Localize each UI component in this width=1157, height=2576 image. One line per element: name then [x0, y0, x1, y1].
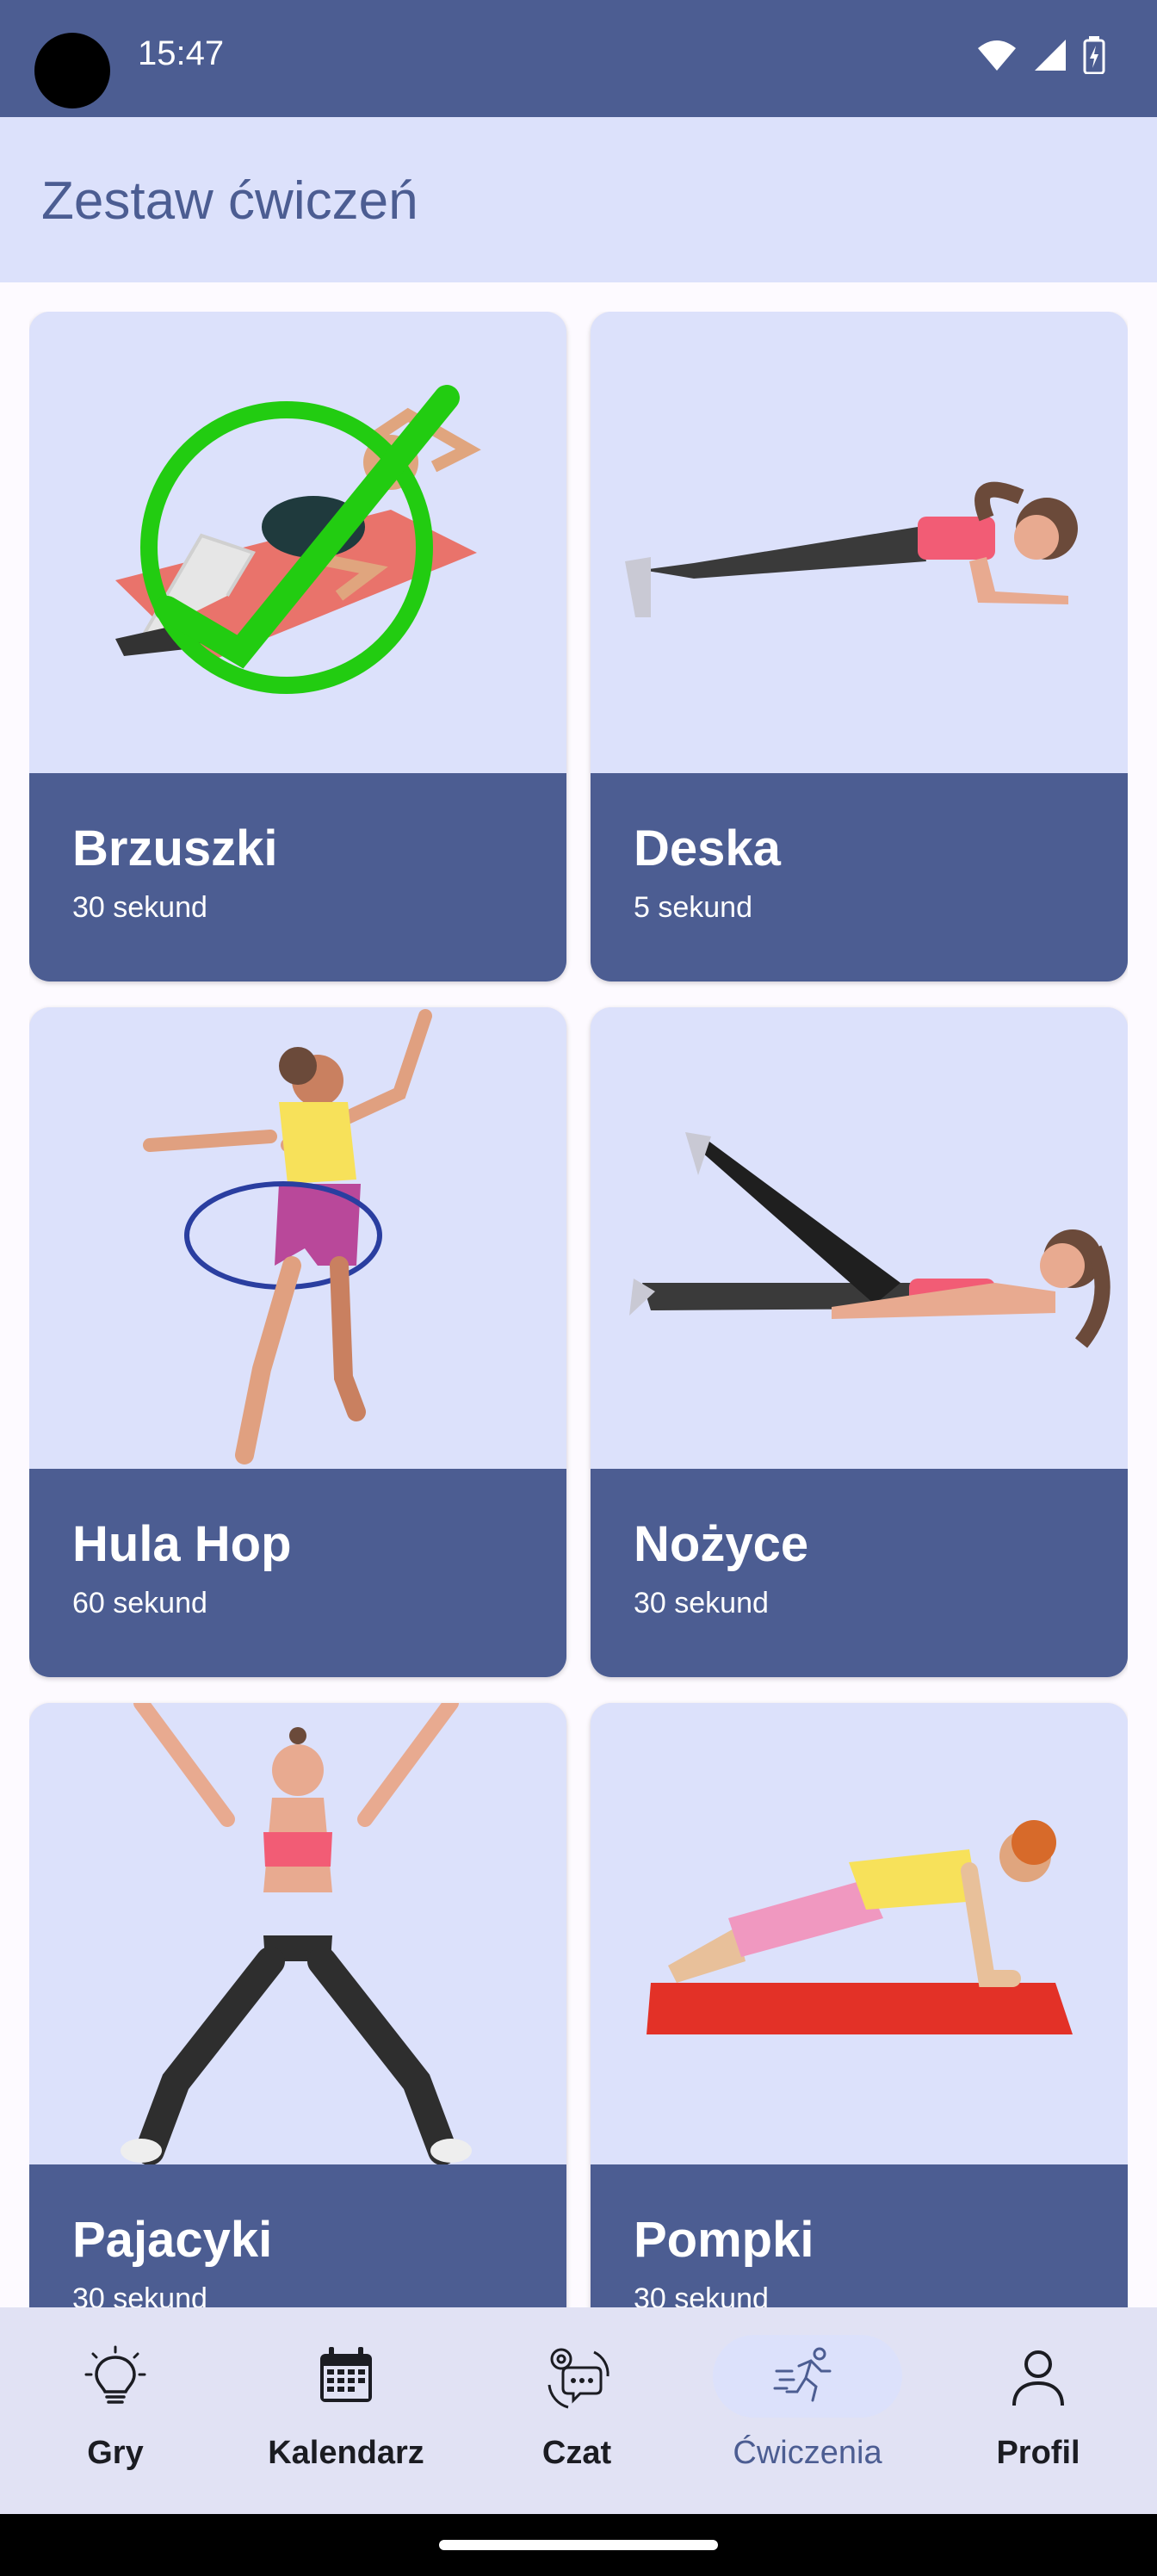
exercise-name: Pajacyki — [72, 2212, 273, 2268]
exercise-name: Hula Hop — [72, 1516, 292, 1572]
exercise-info: Nożyce 30 sekund — [591, 1469, 1128, 1677]
nav-label: Kalendarz — [268, 2435, 424, 2471]
system-gesture-bar — [0, 2514, 1157, 2576]
exercise-info: Pajacyki 30 sekund — [29, 2164, 566, 2307]
exercise-card-hula-hop[interactable]: Hula Hop 60 sekund — [29, 1007, 566, 1677]
exercise-card-nozyce[interactable]: Nożyce 30 sekund — [591, 1007, 1128, 1677]
exercise-duration: 5 sekund — [634, 891, 752, 924]
jumping-jacks-illustration — [121, 1703, 472, 2165]
exercise-info: Hula Hop 60 sekund — [29, 1469, 566, 1677]
exercise-duration: 30 sekund — [72, 2282, 207, 2307]
nav-item-profil[interactable]: Profil — [923, 2307, 1154, 2514]
nav-item-cwiczenia[interactable]: Ćwiczenia — [692, 2307, 923, 2514]
exercise-duration: 30 sekund — [72, 891, 207, 924]
lightbulb-icon — [84, 2345, 146, 2404]
exercise-card-deska[interactable]: Deska 5 sekund — [591, 312, 1128, 981]
exercise-name: Deska — [634, 820, 781, 876]
exercise-illustration — [29, 312, 566, 773]
exercise-card-pajacyki[interactable]: Pajacyki 30 sekund — [29, 1703, 566, 2307]
scissors-illustration — [629, 1132, 1111, 1348]
nav-item-kalendarz[interactable]: Kalendarz — [231, 2307, 461, 2514]
calendar-icon — [320, 2347, 372, 2402]
exercise-duration: 30 sekund — [634, 2282, 769, 2307]
exercise-illustration — [591, 312, 1128, 773]
exercise-duration: 30 sekund — [634, 1587, 769, 1619]
situps-illustration — [115, 385, 481, 694]
exercise-info: Deska 5 sekund — [591, 773, 1128, 981]
exercise-card-brzuszki[interactable]: Brzuszki 30 sekund — [29, 312, 566, 981]
status-time: 15:47 — [138, 34, 225, 72]
signal-icon — [1035, 40, 1066, 71]
nav-label: Gry — [87, 2435, 144, 2471]
nav-item-gry[interactable]: Gry — [0, 2307, 231, 2514]
exercise-info: Pompki 30 sekund — [591, 2164, 1128, 2307]
plank-illustration — [625, 481, 1078, 617]
exercise-grid[interactable]: Brzuszki 30 sekund Deska 5 sekund Hula H… — [29, 312, 1128, 2307]
bottom-navigation: Gry Kalendarz Czat Ćwiczenia Profil — [0, 2307, 1157, 2514]
nav-label: Czat — [541, 2435, 612, 2471]
status-icons — [976, 36, 1105, 74]
home-gesture-handle[interactable] — [439, 2540, 718, 2550]
running-icon — [773, 2347, 832, 2402]
exercise-illustration — [591, 1703, 1128, 2164]
camera-cutout — [34, 33, 110, 108]
pushups-illustration — [647, 1820, 1073, 2034]
chat-icon — [548, 2348, 609, 2409]
exercise-name: Nożyce — [634, 1516, 809, 1572]
exercise-illustration — [29, 1007, 566, 1469]
exercise-card-pompki[interactable]: Pompki 30 sekund — [591, 1703, 1128, 2307]
wifi-icon — [978, 40, 1016, 71]
top-app-bar: Zestaw ćwiczeń — [0, 117, 1157, 282]
person-icon — [1012, 2350, 1064, 2406]
nav-item-czat[interactable]: Czat — [461, 2307, 692, 2514]
exercise-illustration — [29, 1703, 566, 2165]
active-indicator — [713, 2335, 902, 2418]
exercise-name: Brzuszki — [72, 820, 278, 876]
battery-icon — [1083, 36, 1105, 74]
exercise-duration: 60 sekund — [72, 1587, 207, 1619]
exercise-illustration — [591, 1007, 1128, 1469]
exercise-info: Brzuszki 30 sekund — [29, 773, 566, 981]
nav-label: Ćwiczenia — [733, 2435, 882, 2471]
hula-hoop-illustration — [143, 1009, 432, 1464]
page-title: Zestaw ćwiczeń — [41, 171, 418, 231]
nav-label: Profil — [996, 2435, 1080, 2471]
status-bar: 15:47 — [0, 0, 1157, 117]
exercise-name: Pompki — [634, 2212, 814, 2268]
